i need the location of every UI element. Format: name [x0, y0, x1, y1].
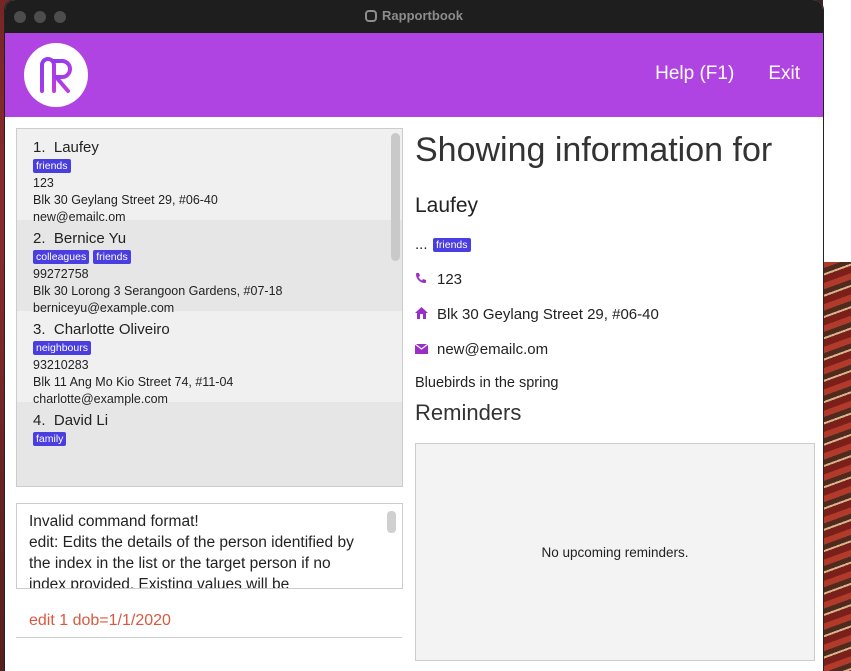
title-bar: Rapportbook [5, 0, 823, 33]
details-heading: Showing information for [415, 131, 773, 169]
details-ellipsis: ... [415, 236, 428, 253]
details-panel: Showing information for Laufey ... frien… [414, 127, 821, 661]
person-card[interactable]: 3. Charlotte Oliveiro neighbours 9321028… [17, 311, 402, 406]
person-phone: 123 [33, 176, 54, 190]
details-notes: Bluebirds in the spring [415, 375, 559, 391]
reminders-panel: No upcoming reminders. [415, 443, 815, 661]
person-name: David Li [53, 412, 109, 429]
person-phone: 93210283 [33, 358, 89, 372]
result-display: Invalid command format! edit: Edits the … [16, 503, 403, 589]
person-name-row: 2. Bernice Yu [33, 230, 386, 247]
email-icon [414, 342, 437, 357]
tag-label: friends [33, 159, 71, 173]
details-address-row: Blk 30 Geylang Street 29, #06-40 [415, 306, 821, 323]
tag-label: friends [93, 250, 131, 264]
help-menu[interactable]: Help (F1) [655, 63, 734, 85]
person-index: 2. [33, 230, 46, 247]
person-list[interactable]: 1. Laufey friends 123 Blk 30 Geylang Str… [16, 128, 403, 487]
details-phone-row: 123 [415, 271, 821, 288]
person-name-row: 1. Laufey [33, 139, 386, 156]
list-scrollbar[interactable] [391, 133, 400, 261]
person-index: 3. [33, 321, 46, 338]
window-title: Rapportbook [5, 8, 823, 23]
exit-menu[interactable]: Exit [768, 63, 800, 85]
phone-icon [415, 272, 437, 287]
person-name-row: 3. Charlotte Oliveiro [33, 321, 386, 338]
tag-label: friends [433, 237, 471, 252]
app-logo-small-icon [365, 10, 378, 22]
reminders-heading: Reminders [415, 400, 522, 425]
person-name: Charlotte Oliveiro [53, 321, 170, 338]
person-card[interactable]: 4. David Li family [17, 402, 402, 486]
person-name-row: 4. David Li [33, 412, 386, 429]
result-scrollbar[interactable] [387, 511, 396, 533]
person-address: Blk 11 Ang Mo Kio Street 74, #11-04 [33, 375, 234, 389]
result-line: edit: Edits the details of the person id… [29, 534, 354, 589]
person-name: Laufey [53, 139, 99, 156]
details-email: new@emailc.om [437, 341, 549, 358]
person-card[interactable]: 1. Laufey friends 123 Blk 30 Geylang Str… [17, 129, 402, 224]
details-tags-row: ... friends [415, 236, 821, 253]
details-address: Blk 30 Geylang Street 29, #06-40 [437, 306, 659, 323]
person-address: Blk 30 Geylang Street 29, #06-40 [33, 193, 218, 207]
app-window: Rapportbook Help (F1) Exit 1. Laufey fri… [5, 0, 823, 671]
result-line: Invalid command format! [29, 513, 199, 530]
person-card[interactable]: 2. Bernice Yu colleagues friends 99272758… [17, 220, 402, 315]
home-icon [415, 307, 437, 322]
details-phone: 123 [437, 271, 463, 288]
person-name: Bernice Yu [53, 230, 127, 247]
person-phone: 99272758 [33, 267, 89, 281]
reminders-empty-text: No upcoming reminders. [541, 544, 689, 560]
app-header: Help (F1) Exit [5, 33, 823, 117]
command-input[interactable]: edit 1 dob=1/1/2020 [16, 601, 402, 638]
details-name: Laufey [415, 194, 479, 217]
window-title-text: Rapportbook [382, 8, 463, 23]
command-input-value: edit 1 dob=1/1/2020 [29, 612, 171, 629]
person-index: 1. [33, 139, 46, 156]
tag-label: family [33, 432, 67, 446]
person-address: Blk 30 Lorong 3 Serangoon Gardens, #07-1… [33, 284, 283, 298]
app-logo-icon [24, 43, 88, 107]
tag-label: neighbours [33, 341, 91, 355]
person-index: 4. [33, 412, 46, 429]
tag-label: colleagues [33, 250, 90, 264]
details-email-row: new@emailc.om [414, 341, 821, 358]
